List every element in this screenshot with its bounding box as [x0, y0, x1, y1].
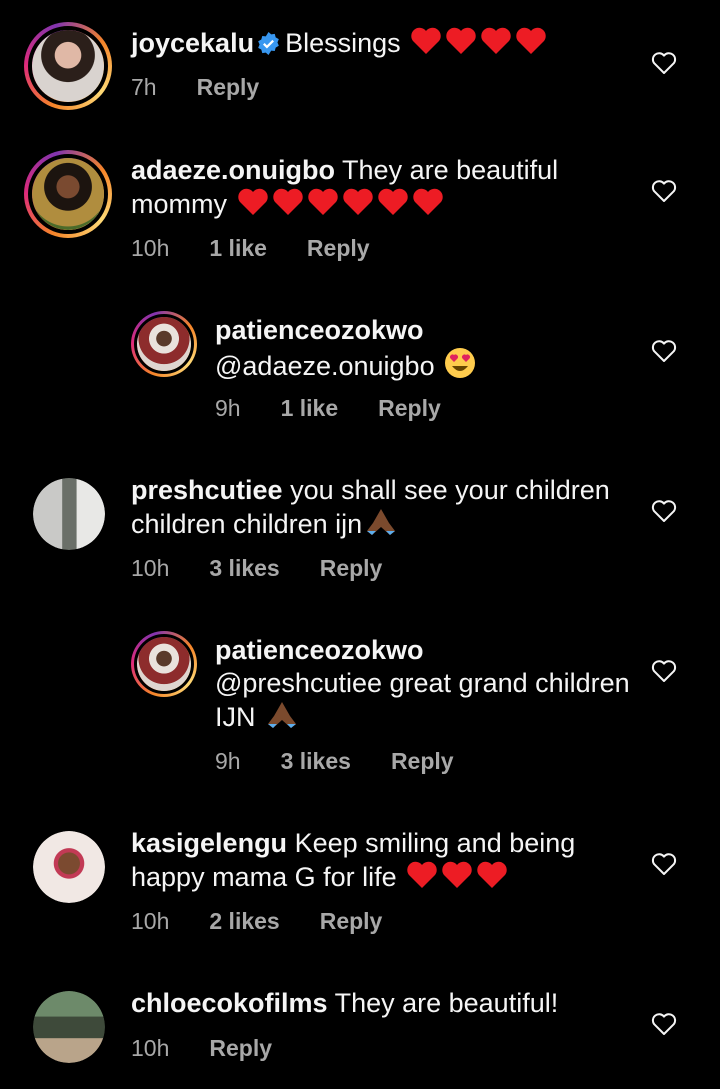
reply-button[interactable]: Reply: [197, 74, 260, 101]
red-heart-icon: [410, 26, 548, 56]
comment-text: patienceozokwo @preshcutiee great grand …: [215, 634, 635, 734]
heart-outline-icon[interactable]: [651, 339, 677, 363]
username[interactable]: preshcutiee: [131, 475, 283, 505]
mention-link[interactable]: @adaeze.onuigbo: [215, 351, 435, 381]
heart-outline-icon[interactable]: [651, 499, 677, 523]
likes-count[interactable]: 1 like: [281, 395, 339, 422]
timestamp: 9h: [215, 395, 241, 421]
username[interactable]: patienceozokwo: [215, 315, 424, 345]
comment-meta: 9h 3 likes Reply: [215, 748, 454, 775]
heart-outline-icon[interactable]: [651, 1012, 677, 1036]
reply-button[interactable]: Reply: [320, 908, 383, 935]
username[interactable]: joycekalu: [131, 28, 254, 58]
avatar[interactable]: [33, 831, 105, 903]
comment-meta: 9h 1 like Reply: [215, 395, 441, 422]
comment-body: They are beautiful!: [334, 988, 559, 1018]
red-heart-icon: [406, 860, 510, 890]
username[interactable]: patienceozokwo: [215, 635, 424, 665]
likes-count[interactable]: 1 like: [209, 235, 267, 262]
timestamp: 9h: [215, 748, 241, 774]
folded-hands-emoji-icon: [265, 700, 299, 730]
heart-eyes-emoji-icon: [444, 347, 476, 379]
avatar[interactable]: [33, 478, 105, 550]
verified-badge-icon: [258, 32, 279, 55]
reply-button[interactable]: Reply: [307, 235, 370, 262]
comment-body: Blessings: [285, 28, 401, 58]
timestamp: 10h: [131, 235, 170, 261]
red-heart-icon: [237, 187, 445, 217]
likes-count[interactable]: 3 likes: [281, 748, 351, 775]
heart-outline-icon[interactable]: [651, 659, 677, 683]
comment-meta: 10h 2 likes Reply: [131, 908, 382, 935]
heart-outline-icon[interactable]: [651, 179, 677, 203]
comment-meta: 10h Reply: [131, 1035, 272, 1062]
reply-button[interactable]: Reply: [391, 748, 454, 775]
heart-outline-icon[interactable]: [651, 51, 677, 75]
folded-hands-emoji-icon: [364, 507, 398, 537]
avatar[interactable]: [131, 311, 197, 377]
timestamp: 10h: [131, 1035, 170, 1061]
avatar[interactable]: [24, 22, 112, 110]
comment-text: preshcutiee you shall see your children …: [131, 474, 611, 541]
likes-count[interactable]: 3 likes: [209, 555, 279, 582]
username[interactable]: kasigelengu: [131, 828, 287, 858]
comment-text: kasigelengu Keep smiling and being happy…: [131, 827, 611, 894]
likes-count[interactable]: 2 likes: [209, 908, 279, 935]
timestamp: 10h: [131, 908, 170, 934]
avatar[interactable]: [131, 631, 197, 697]
avatar[interactable]: [33, 991, 105, 1063]
avatar[interactable]: [24, 150, 112, 238]
comment-meta: 10h 1 like Reply: [131, 235, 370, 262]
username[interactable]: chloecokofilms: [131, 988, 328, 1018]
heart-outline-icon[interactable]: [651, 852, 677, 876]
comment-text: patienceozokwo @adaeze.onuigbo: [215, 314, 635, 383]
comment-text: chloecokofilms They are beautiful!: [131, 987, 611, 1020]
mention-link[interactable]: @preshcutiee: [215, 668, 382, 698]
reply-button[interactable]: Reply: [209, 1035, 272, 1062]
username[interactable]: adaeze.onuigbo: [131, 155, 335, 185]
comment-meta: 7h Reply: [131, 74, 259, 101]
timestamp: 7h: [131, 74, 157, 100]
reply-button[interactable]: Reply: [378, 395, 441, 422]
comment-meta: 10h 3 likes Reply: [131, 555, 382, 582]
comment-text: joycekalu Blessings: [131, 26, 611, 60]
timestamp: 10h: [131, 555, 170, 581]
comment-text: adaeze.onuigbo They are beautiful mommy: [131, 154, 611, 221]
reply-button[interactable]: Reply: [320, 555, 383, 582]
